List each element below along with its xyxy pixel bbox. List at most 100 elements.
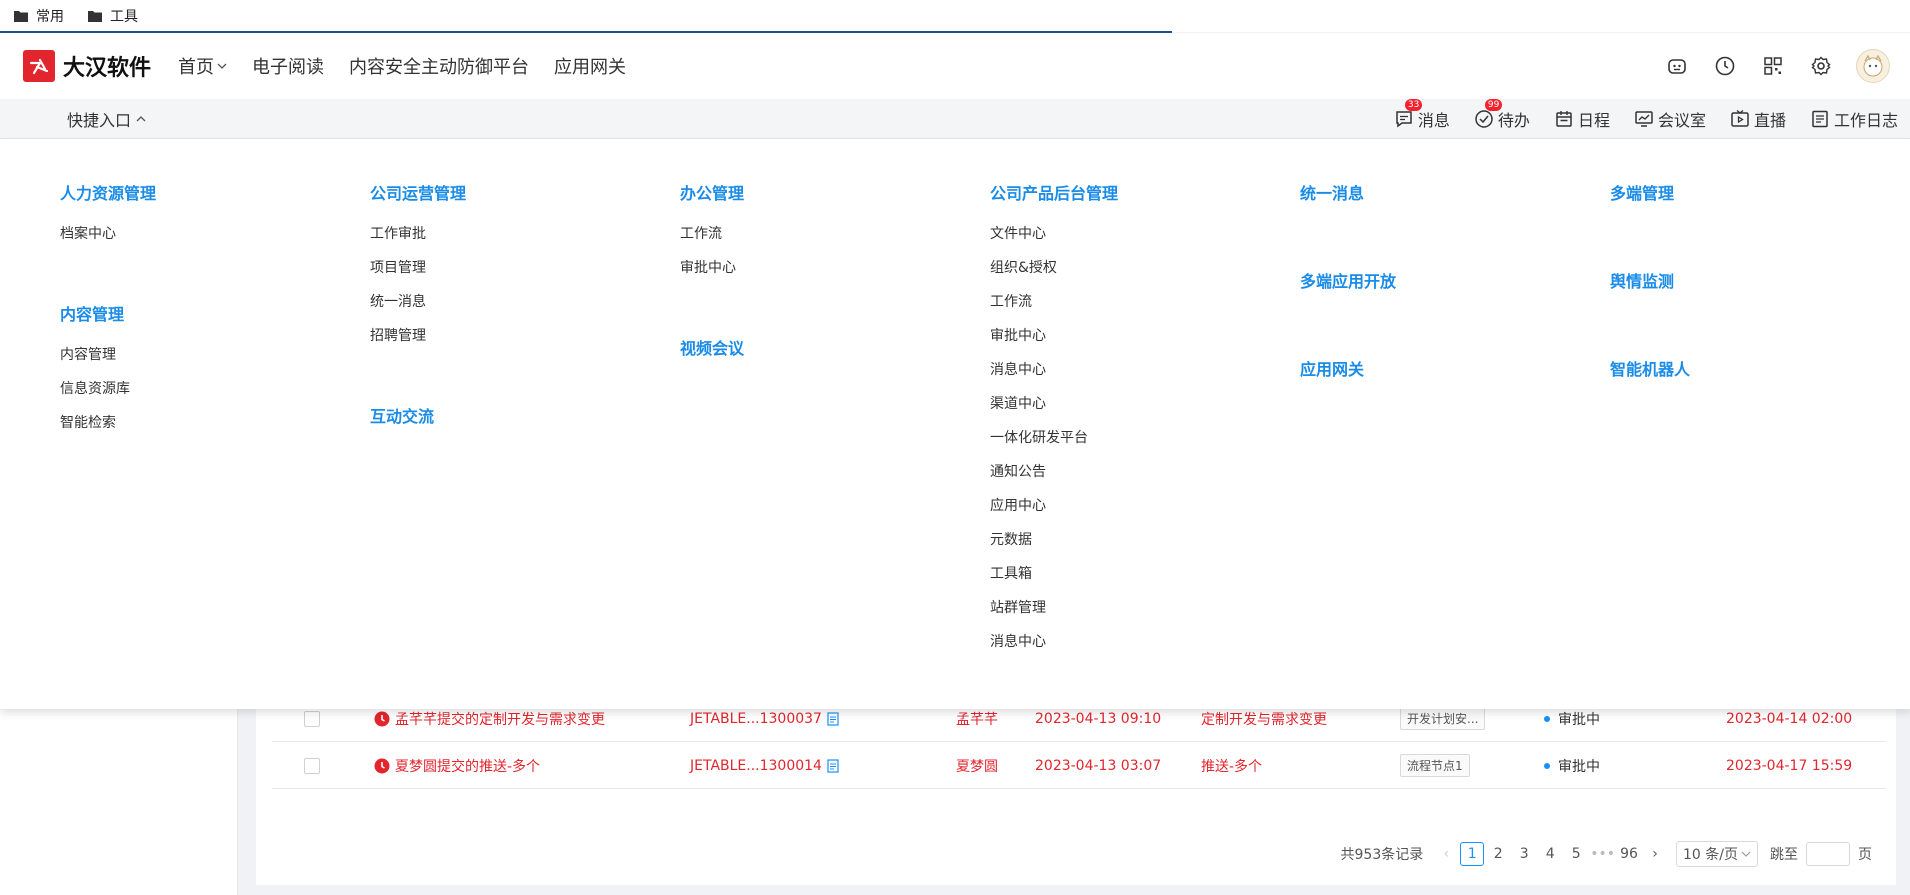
menu-item[interactable]: 信息资源库 (60, 378, 130, 398)
nav-item-home[interactable]: 首页 (178, 53, 227, 79)
quick-entry-label: 快捷入口 (67, 110, 132, 130)
menu-item[interactable]: 消息中心 (990, 631, 1046, 651)
shortcut-schedule[interactable]: 日程 (1554, 107, 1610, 131)
main-nav: 首页 电子阅读 内容安全主动防御平台 应用网关 (178, 53, 651, 79)
menu-item[interactable]: 工作流 (990, 291, 1032, 311)
bookmark-folder[interactable]: 常用 (14, 6, 64, 26)
message-badge: 33 (1404, 99, 1423, 111)
menu-item[interactable]: 档案中心 (60, 223, 116, 243)
left-panel (0, 709, 238, 895)
clock-icon[interactable] (1714, 55, 1736, 77)
menu-item[interactable]: 元数据 (990, 529, 1032, 549)
page-button[interactable]: 4 (1538, 842, 1562, 866)
jump-page-input[interactable] (1806, 842, 1850, 866)
menu-group-title[interactable]: 多端管理 (1610, 180, 1674, 204)
quick-entry-bar: 快捷入口 33 消息 99 待办 日程 会议室 直播 工作日志 (0, 99, 1910, 139)
todo-badge: 99 (1484, 99, 1503, 111)
status-dot (1544, 715, 1550, 722)
menu-item[interactable]: 统一消息 (370, 291, 426, 311)
page-button[interactable]: 2 (1486, 842, 1510, 866)
brand-logo[interactable]: 大汉软件 (23, 50, 151, 82)
menu-group-title[interactable]: 互动交流 (370, 403, 434, 427)
row-user: 夏梦圆 (956, 758, 998, 775)
robot-icon[interactable] (1666, 55, 1688, 77)
menu-item[interactable]: 一体化研发平台 (990, 427, 1088, 447)
gear-icon[interactable] (1810, 55, 1832, 77)
menu-group-title[interactable]: 人力资源管理 (60, 180, 156, 204)
menu-item[interactable]: 内容管理 (60, 344, 116, 364)
chevron-down-icon (217, 63, 227, 69)
page-ellipsis[interactable]: ••• (1590, 842, 1615, 866)
menu-group-title[interactable]: 多端应用开放 (1300, 268, 1396, 292)
shortcut-label: 日程 (1577, 111, 1610, 130)
menu-group-title[interactable]: 智能机器人 (1610, 356, 1690, 380)
menu-item[interactable]: 站群管理 (990, 597, 1046, 617)
page-size-select[interactable]: 10 条/页 (1676, 841, 1758, 867)
page-button[interactable]: 5 (1564, 842, 1588, 866)
bookmark-folder[interactable]: 工具 (88, 6, 138, 26)
document-icon[interactable] (826, 711, 840, 726)
shortcut-messages[interactable]: 33 消息 (1394, 99, 1450, 131)
row-checkbox[interactable] (304, 757, 320, 774)
page-suffix: 页 (1858, 847, 1872, 863)
document-icon[interactable] (826, 758, 840, 773)
table-row[interactable]: 夏梦圆提交的推送-多个 JETABLE...1300014 夏梦圆 2023-0… (272, 742, 1886, 789)
node-tag: 流程节点1 (1400, 754, 1470, 777)
menu-item[interactable]: 审批中心 (990, 325, 1046, 345)
quick-entry-toggle[interactable]: 快捷入口 (67, 107, 146, 131)
menu-group-title[interactable]: 办公管理 (680, 180, 744, 204)
page-button[interactable]: 96 (1617, 842, 1641, 866)
page-button[interactable]: 3 (1512, 842, 1536, 866)
menu-item[interactable]: 招聘管理 (370, 325, 426, 345)
row-code: JETABLE...1300014 (690, 757, 822, 774)
next-page-button[interactable]: › (1643, 842, 1667, 866)
menu-group-title[interactable]: 视频会议 (680, 335, 744, 359)
nav-item-security-platform[interactable]: 内容安全主动防御平台 (349, 53, 529, 79)
folder-icon (14, 11, 28, 22)
folder-icon (88, 11, 102, 22)
shortcut-label: 直播 (1753, 111, 1786, 130)
shortcut-label: 消息 (1417, 111, 1450, 130)
row-title[interactable]: 夏梦圆提交的推送-多个 (395, 756, 540, 776)
menu-item[interactable]: 渠道中心 (990, 393, 1046, 413)
menu-item[interactable]: 工具箱 (990, 563, 1032, 583)
menu-group-title[interactable]: 公司产品后台管理 (990, 180, 1118, 204)
nav-item-gateway[interactable]: 应用网关 (554, 53, 626, 79)
menu-group-title[interactable]: 应用网关 (1300, 356, 1364, 380)
menu-item[interactable]: 工作流 (680, 223, 722, 243)
row-checkbox[interactable] (304, 710, 320, 727)
row-time: 2023-04-13 03:07 (1035, 757, 1162, 774)
shortcut-meeting-room[interactable]: 会议室 (1634, 107, 1706, 131)
row-title[interactable]: 孟芊芊提交的定制开发与需求变更 (395, 709, 605, 729)
menu-group-title[interactable]: 内容管理 (60, 301, 124, 325)
qrcode-icon[interactable] (1762, 55, 1784, 77)
page-size-value: 10 条/页 (1683, 847, 1738, 863)
shortcut-live[interactable]: 直播 (1730, 107, 1786, 131)
menu-item[interactable]: 消息中心 (990, 359, 1046, 379)
clock-alert-icon (374, 758, 390, 773)
nav-item-ereading[interactable]: 电子阅读 (252, 53, 324, 79)
menu-group-title[interactable]: 舆情监测 (1610, 268, 1674, 292)
row-deadline: 2023-04-17 15:59 (1726, 757, 1853, 774)
menu-item[interactable]: 通知公告 (990, 461, 1046, 481)
menu-group-title[interactable]: 统一消息 (1300, 180, 1364, 204)
avatar[interactable] (1856, 49, 1890, 83)
menu-item[interactable]: 文件中心 (990, 223, 1046, 243)
logo-mark-icon (23, 50, 55, 82)
menu-item[interactable]: 审批中心 (680, 257, 736, 277)
shortcut-work-log[interactable]: 工作日志 (1810, 107, 1898, 131)
page-button[interactable]: 1 (1460, 842, 1485, 866)
prev-page-button[interactable]: ‹ (1434, 842, 1458, 866)
menu-item[interactable]: 项目管理 (370, 257, 426, 277)
shortcut-label: 会议室 (1657, 111, 1706, 130)
message-icon (1396, 111, 1412, 128)
shortcut-todo[interactable]: 99 待办 (1474, 99, 1530, 131)
calendar-icon (1556, 111, 1572, 127)
menu-item[interactable]: 组织&授权 (990, 257, 1057, 277)
menu-item[interactable]: 智能检索 (60, 412, 116, 432)
monitor-chart-icon (1635, 111, 1653, 127)
menu-item[interactable]: 工作审批 (370, 223, 426, 243)
menu-item[interactable]: 应用中心 (990, 495, 1046, 515)
check-circle-icon (1475, 110, 1493, 128)
menu-group-title[interactable]: 公司运营管理 (370, 180, 466, 204)
